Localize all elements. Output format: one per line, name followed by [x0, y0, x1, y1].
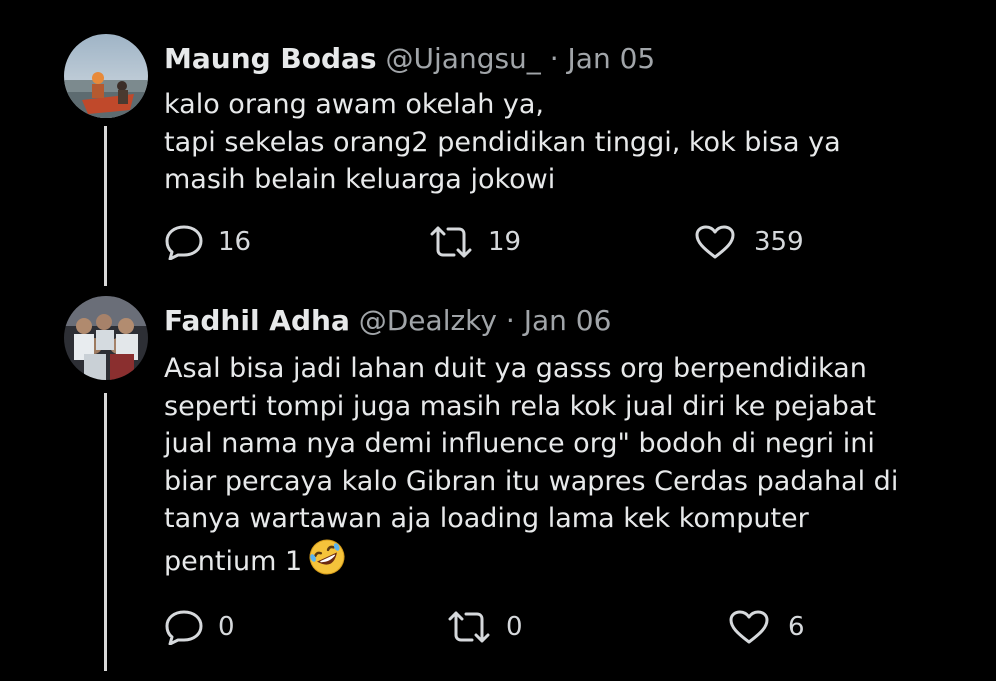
display-name[interactable]: Fadhil Adha: [164, 304, 350, 337]
avatar[interactable]: [64, 34, 148, 118]
display-name[interactable]: Maung Bodas: [164, 42, 377, 75]
separator-dot: ·: [505, 304, 515, 337]
tweet-date[interactable]: Jan 06: [524, 304, 612, 337]
like-count: 359: [754, 227, 804, 257]
tweet-text-line: jual nama nya demi influence org" bodoh …: [164, 428, 875, 459]
like-count: 6: [788, 612, 805, 642]
tweet-text-line: tanya wartawan aja loading lama kek komp…: [164, 503, 809, 534]
tweet-header: Maung Bodas @Ujangsu_ · Jan 05: [164, 42, 655, 76]
retweet-button[interactable]: 0: [446, 609, 523, 645]
tweet-text: kalo orang awam okelah ya, tapi sekelas …: [164, 86, 964, 199]
tweet-text-line: seperti tompi juga masih rela kok jual d…: [164, 390, 876, 422]
user-handle[interactable]: @Dealzky: [359, 304, 497, 337]
tweet-text-line-last: pentium 1: [164, 538, 964, 587]
separator-dot: ·: [549, 42, 559, 75]
tweet-text-line: Asal bisa jadi lahan duit ya gasss org b…: [164, 353, 867, 384]
avatar[interactable]: [64, 296, 148, 380]
reply-icon: [165, 225, 203, 260]
tweet-text: Asal bisa jadi lahan duit ya gasss org b…: [164, 350, 964, 586]
like-button[interactable]: 6: [728, 609, 805, 645]
rolling-on-floor-laughing-emoji: [308, 538, 346, 587]
reply-button[interactable]: 16: [164, 224, 251, 260]
heart-icon: [695, 225, 735, 259]
tweet-text-line: kalo orang awam okelah ya,: [164, 89, 545, 120]
heart-icon: [729, 610, 769, 644]
retweet-count: 0: [506, 612, 523, 642]
retweet-button[interactable]: 19: [428, 224, 521, 260]
thread-line: [104, 126, 107, 286]
retweet-icon: [430, 226, 472, 258]
reply-icon: [165, 610, 203, 645]
thread-line: [104, 393, 107, 671]
tweet-date[interactable]: Jan 05: [568, 42, 656, 75]
tweet-text-fragment: pentium 1: [164, 545, 303, 577]
tweet-text-line: masih belain keluarga jokowi: [164, 164, 556, 195]
tweet-header: Fadhil Adha @Dealzky · Jan 06: [164, 304, 611, 338]
reply-count: 0: [218, 612, 235, 642]
like-button[interactable]: 359: [694, 224, 804, 260]
tweet-text-line: biar percaya kalo Gibran itu wapres Cerd…: [164, 465, 899, 497]
reply-count: 16: [218, 227, 252, 257]
reply-button[interactable]: 0: [164, 609, 235, 645]
retweet-icon: [448, 611, 490, 643]
tweet-text-line: tapi sekelas orang2 pendidikan tinggi, k…: [164, 126, 841, 158]
user-handle[interactable]: @Ujangsu_: [386, 42, 541, 75]
retweet-count: 19: [488, 227, 522, 257]
